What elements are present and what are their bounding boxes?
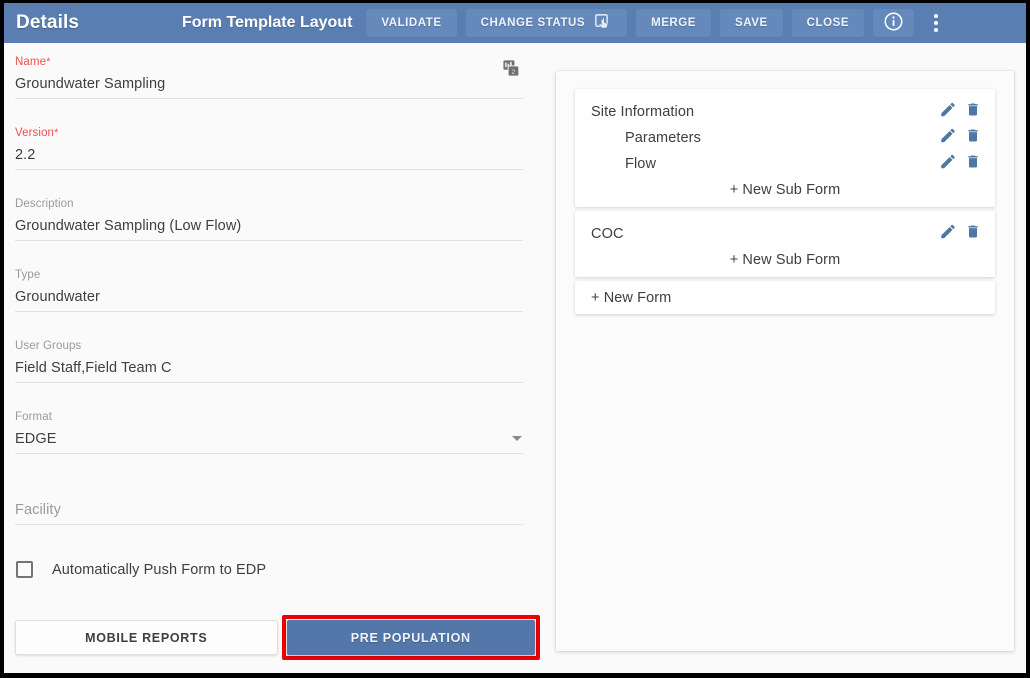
field-facility[interactable]: Facility	[15, 469, 523, 525]
app-header-bar: Details Form Template Layout VALIDATE CH…	[4, 3, 1026, 43]
field-format-value: EDGE	[15, 424, 523, 450]
new-sub-form-button[interactable]: + New Sub Form	[575, 247, 995, 269]
spacer	[4, 99, 544, 114]
details-form-column: Name* Groundwater Sampling 2 Version*	[4, 43, 544, 673]
application-window: Details Form Template Layout VALIDATE CH…	[4, 3, 1026, 673]
merge-button-label: MERGE	[651, 17, 696, 29]
copy-icon[interactable]: 2	[503, 60, 520, 77]
trash-icon[interactable]	[965, 153, 981, 176]
pre-population-highlight-ring: PRE POPULATION	[282, 615, 541, 660]
field-format[interactable]: Format EDGE	[15, 398, 523, 454]
trash-icon[interactable]	[965, 127, 981, 150]
info-circle-icon	[883, 11, 904, 35]
subform-row[interactable]: Parameters	[575, 125, 995, 151]
spacer	[4, 170, 544, 185]
validate-button-label: VALIDATE	[381, 17, 441, 29]
pencil-icon[interactable]	[939, 223, 957, 246]
field-format-label: Format	[15, 410, 523, 424]
pencil-icon[interactable]	[939, 101, 957, 124]
form-title: Site Information	[591, 104, 694, 120]
save-button[interactable]: SAVE	[720, 9, 783, 37]
close-button-label: CLOSE	[807, 17, 849, 29]
field-name-value: Groundwater Sampling	[15, 69, 523, 95]
field-facility-placeholder: Facility	[15, 495, 523, 521]
content-area: Name* Groundwater Sampling 2 Version*	[4, 43, 1026, 673]
form-row[interactable]: Site Information	[575, 99, 995, 125]
field-description-label: Description	[15, 197, 523, 211]
subform-title: Flow	[591, 156, 656, 172]
subform-row[interactable]: Flow	[575, 151, 995, 177]
field-name-label: Name*	[15, 55, 523, 69]
info-button[interactable]	[873, 9, 914, 37]
auto-push-checkbox[interactable]	[16, 561, 33, 578]
subform-row-actions	[939, 127, 981, 150]
page-title: Form Template Layout	[182, 14, 352, 32]
form-row-actions	[939, 101, 981, 124]
pencil-icon[interactable]	[939, 153, 957, 176]
kebab-dot	[934, 21, 938, 25]
spacer	[4, 312, 544, 327]
spacer	[4, 241, 544, 256]
tap-hand-icon	[594, 13, 612, 34]
trash-icon[interactable]	[965, 101, 981, 124]
field-user-groups[interactable]: User Groups Field Staff,Field Team C	[15, 327, 523, 383]
kebab-dot	[934, 28, 938, 32]
pre-population-button[interactable]: PRE POPULATION	[287, 620, 536, 655]
field-version-label: Version*	[15, 126, 523, 140]
close-button[interactable]: CLOSE	[792, 9, 864, 37]
form-title: COC	[591, 226, 624, 242]
merge-button[interactable]: MERGE	[636, 9, 711, 37]
field-user-groups-value: Field Staff,Field Team C	[15, 353, 523, 379]
spacer	[4, 383, 544, 398]
more-vertical-icon[interactable]	[925, 8, 947, 38]
new-form-button[interactable]: + New Form	[575, 281, 995, 314]
field-description[interactable]: Description Groundwater Sampling (Low Fl…	[15, 185, 523, 241]
new-sub-form-button[interactable]: + New Sub Form	[575, 177, 995, 199]
change-status-button-label: CHANGE STATUS	[481, 17, 585, 29]
field-description-value: Groundwater Sampling (Low Flow)	[15, 211, 523, 237]
panel-title: Details	[4, 12, 182, 34]
subform-title: Parameters	[591, 130, 701, 146]
field-user-groups-label: User Groups	[15, 339, 523, 353]
spacer	[4, 454, 544, 469]
form-row-actions	[939, 223, 981, 246]
change-status-button[interactable]: CHANGE STATUS	[466, 9, 627, 37]
auto-push-checkbox-row[interactable]: Automatically Push Form to EDP	[16, 561, 266, 578]
subform-row-actions	[939, 153, 981, 176]
field-version-value: 2.2	[15, 140, 523, 166]
validate-button[interactable]: VALIDATE	[366, 9, 456, 37]
save-button-label: SAVE	[735, 17, 768, 29]
field-type-value: Groundwater	[15, 282, 523, 308]
mobile-reports-button[interactable]: MOBILE REPORTS	[15, 620, 278, 655]
trash-icon[interactable]	[965, 223, 981, 246]
pencil-icon[interactable]	[939, 127, 957, 150]
form-layout-panel: Site Information Parameters	[556, 71, 1014, 651]
chevron-down-icon[interactable]	[512, 436, 522, 441]
svg-text:2: 2	[512, 69, 516, 76]
kebab-dot	[934, 14, 938, 18]
field-name[interactable]: Name* Groundwater Sampling 2	[15, 43, 523, 99]
form-footer-buttons: MOBILE REPORTS PRE POPULATION	[15, 620, 535, 655]
form-row[interactable]: COC	[575, 221, 995, 247]
field-facility-label	[15, 481, 523, 495]
field-type[interactable]: Type Groundwater	[15, 256, 523, 312]
form-card-coc: COC + New Sub Form	[575, 211, 995, 277]
field-version[interactable]: Version* 2.2	[15, 114, 523, 170]
auto-push-checkbox-label: Automatically Push Form to EDP	[52, 562, 266, 578]
form-card-site-information: Site Information Parameters	[575, 89, 995, 207]
field-type-label: Type	[15, 268, 523, 282]
